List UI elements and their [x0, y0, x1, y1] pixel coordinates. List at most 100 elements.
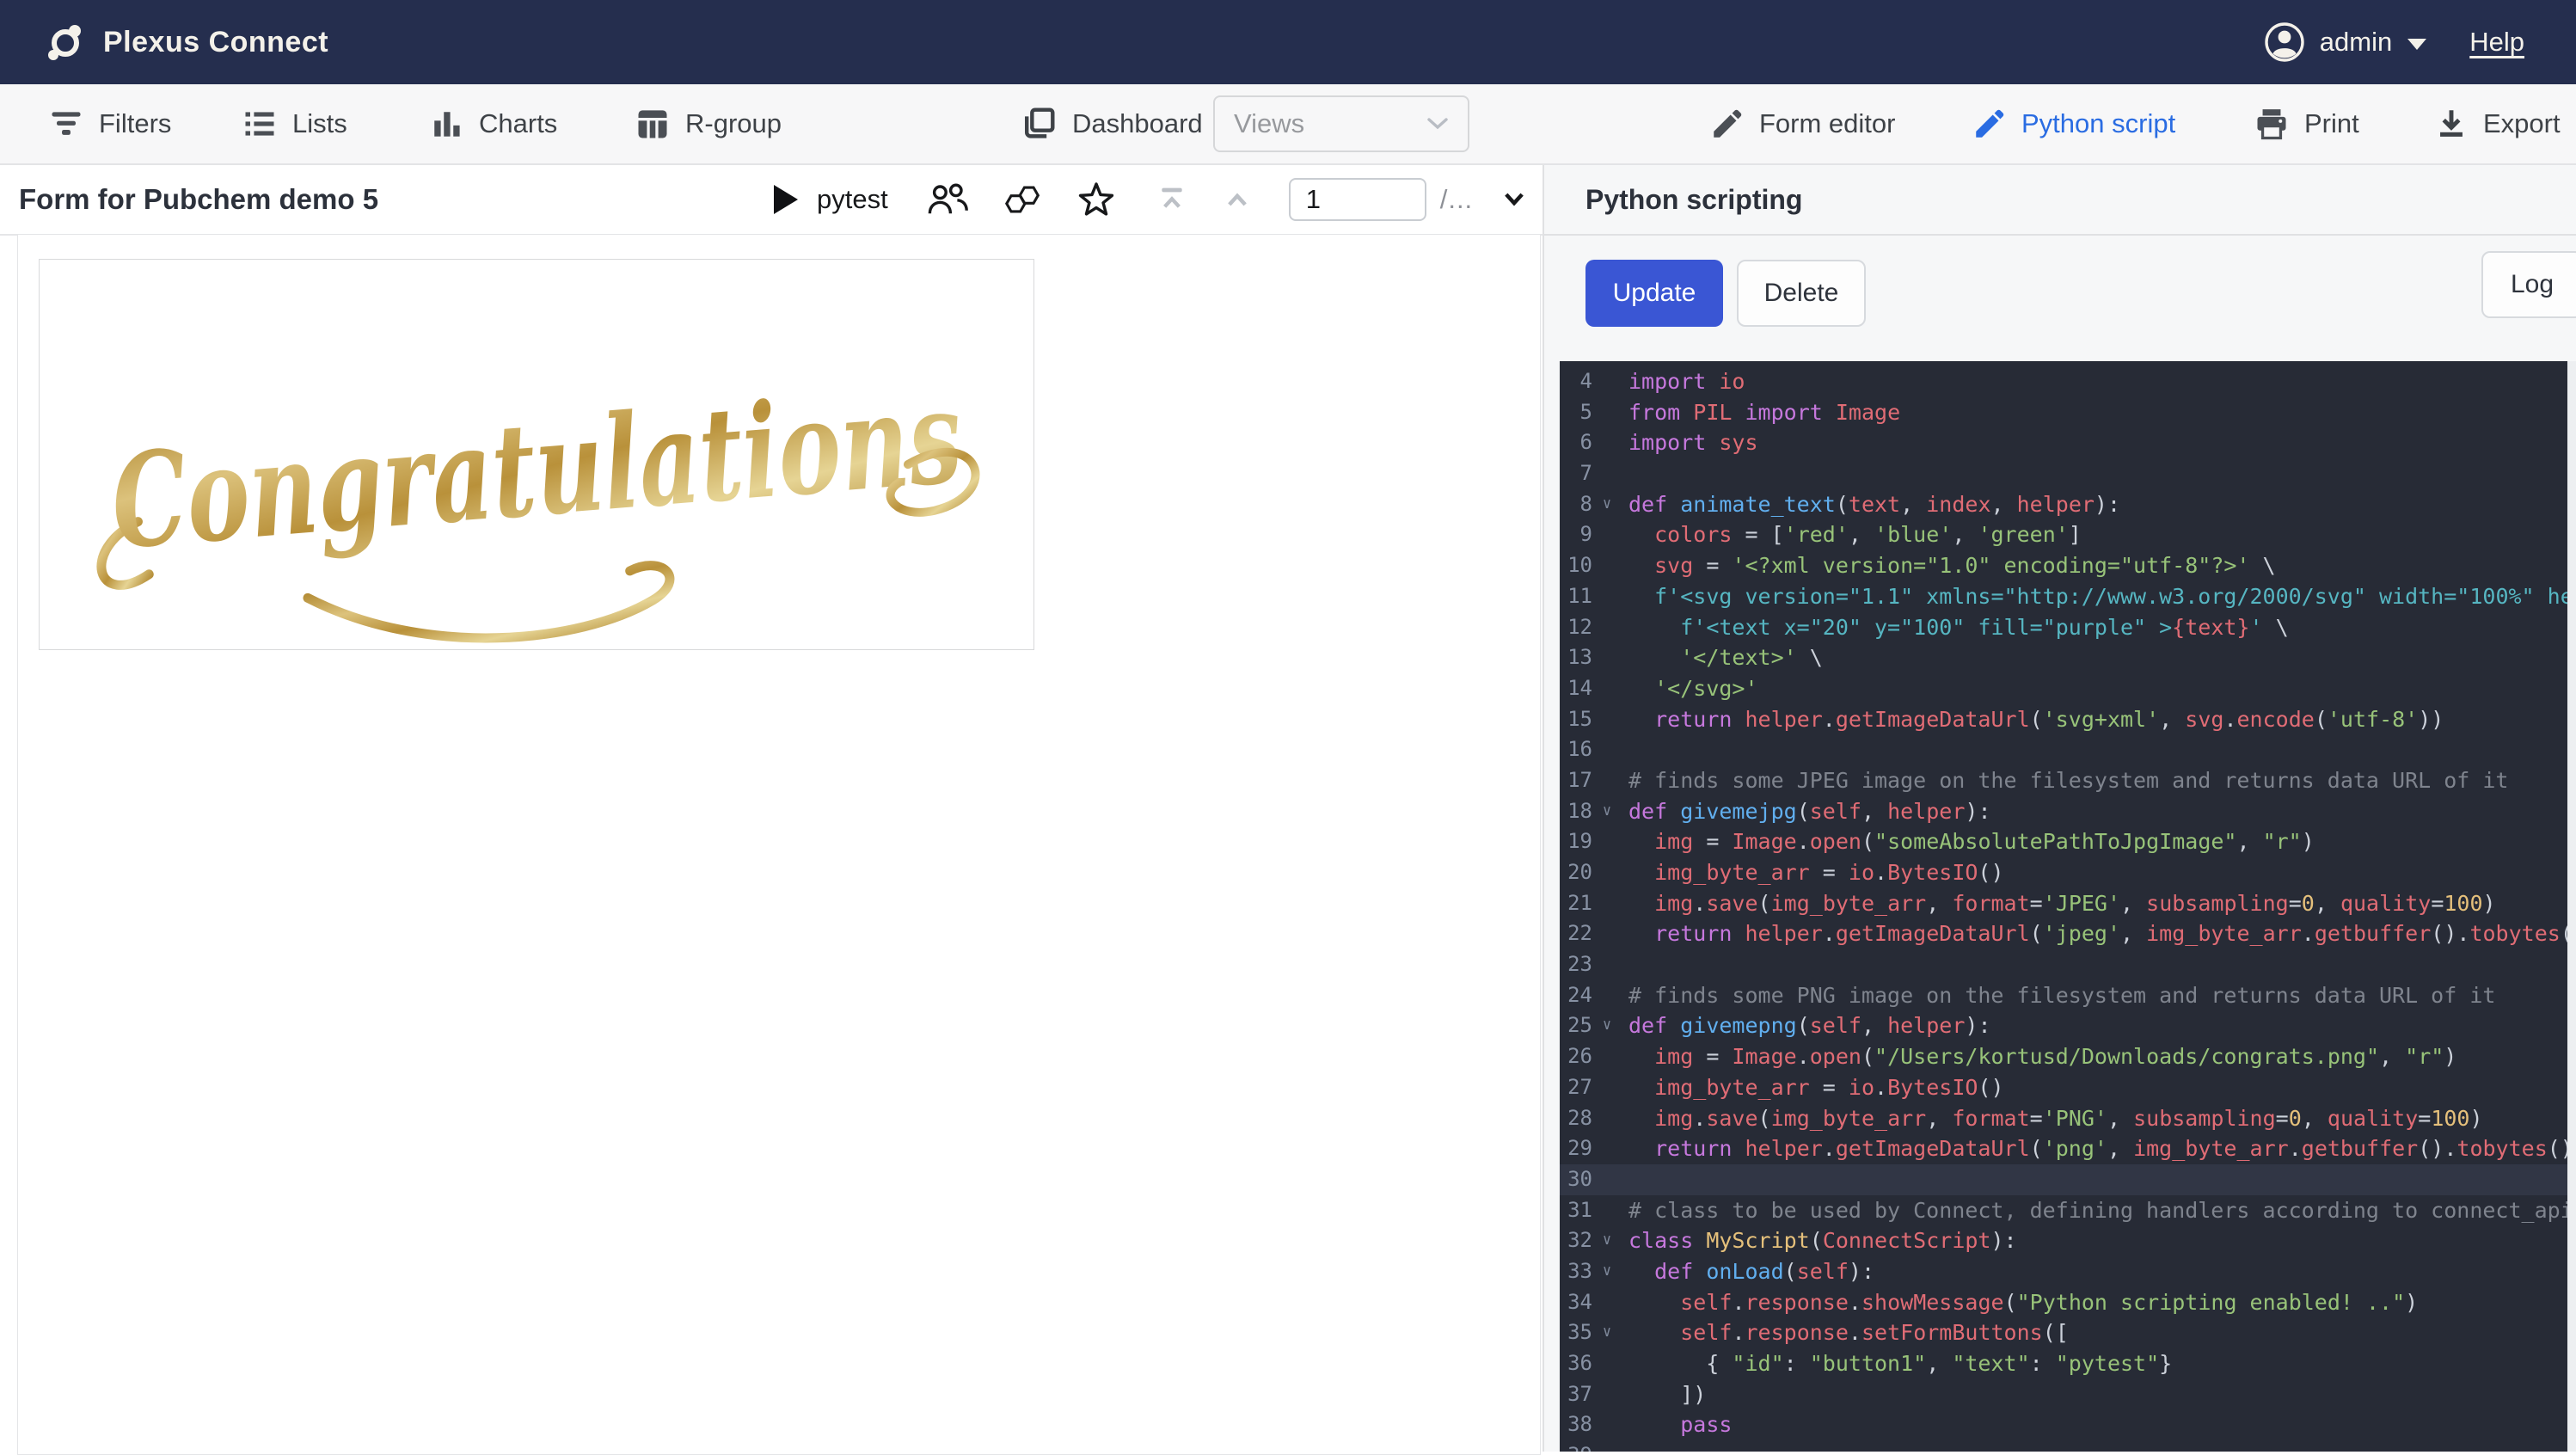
- bar-chart-icon: [427, 105, 465, 143]
- line-number: 6: [1579, 430, 1592, 455]
- toolbar-filters[interactable]: Filters: [47, 84, 171, 163]
- form-title: Form for Pubchem demo 5: [19, 183, 379, 215]
- toolbar-export[interactable]: Export: [2433, 84, 2561, 163]
- code-line: 37 ]): [1560, 1379, 2567, 1410]
- toolbar-lists[interactable]: Lists: [241, 84, 347, 163]
- line-number: 17: [1567, 767, 1592, 792]
- page-number-input[interactable]: [1288, 178, 1426, 221]
- favorite-star-button[interactable]: [1076, 180, 1117, 219]
- first-page-button[interactable]: [1155, 182, 1189, 217]
- toolbar-rgroup[interactable]: R-group: [634, 84, 782, 163]
- code-line: 26 img = Image.open("/Users/kortusd/Down…: [1560, 1041, 2567, 1072]
- line-number: 18: [1567, 798, 1592, 823]
- line-number: 34: [1567, 1289, 1592, 1314]
- views-selected-value: Views: [1234, 108, 1305, 138]
- filter-icon: [47, 105, 85, 143]
- fold-toggle-icon[interactable]: ∨: [1592, 1010, 1622, 1041]
- code-line: 16: [1560, 734, 2567, 765]
- line-number: 14: [1567, 675, 1592, 700]
- form-controls: pytest 1 /...: [774, 165, 1597, 234]
- line-number: 36: [1567, 1351, 1592, 1375]
- code-scrollbar[interactable]: [2567, 361, 2576, 1452]
- help-link[interactable]: Help: [2469, 27, 2524, 58]
- toolbar-dashboard[interactable]: Dashboard: [1019, 84, 1203, 163]
- line-number: 24: [1567, 982, 1592, 1007]
- code-line: 35 ∨ self.response.setFormButtons([: [1560, 1317, 2567, 1348]
- line-number: 15: [1567, 706, 1592, 731]
- code-line: 28 img.save(img_byte_arr, format='PNG', …: [1560, 1103, 2567, 1134]
- line-number: 33: [1567, 1258, 1592, 1283]
- line-number: 31: [1567, 1197, 1592, 1222]
- script-panel: Update Delete Log 4 import io 5 from PIL im…: [1543, 236, 2576, 1452]
- user-menu[interactable]: admin: [2265, 22, 2427, 62]
- line-number: 38: [1567, 1412, 1592, 1437]
- line-number: 4: [1579, 369, 1592, 393]
- line-number: 10: [1567, 553, 1592, 578]
- line-number: 13: [1567, 645, 1592, 670]
- dashboard-icon: [1019, 104, 1058, 144]
- congrats-image: Congratulations: [39, 259, 1034, 650]
- run-script-label[interactable]: pytest: [817, 184, 888, 215]
- structure-button[interactable]: [1002, 181, 1045, 218]
- users-button[interactable]: [926, 181, 971, 218]
- delete-button[interactable]: Delete: [1737, 260, 1866, 327]
- code-line: 12 f'<text x="20" y="100" fill="purple" …: [1560, 612, 2567, 643]
- code-line: 9 colors = ['red', 'blue', 'green']: [1560, 519, 2567, 550]
- run-script-button[interactable]: [774, 185, 798, 214]
- form-canvas: Congratulations: [0, 234, 1543, 1455]
- code-line: 24 # finds some PNG image on the filesyst…: [1560, 980, 2567, 1011]
- code-line: 33 ∨ def onLoad(self):: [1560, 1256, 2567, 1287]
- previous-page-button[interactable]: [1220, 182, 1254, 217]
- line-number: 12: [1567, 614, 1592, 639]
- code-line: 14 '</svg>': [1560, 673, 2567, 704]
- line-number: 35: [1567, 1320, 1592, 1345]
- line-number: 16: [1567, 737, 1592, 762]
- script-panel-header: Python scripting: [1543, 165, 2576, 236]
- code-line: 5 from PIL import Image: [1560, 397, 2567, 428]
- toolbar-python-script[interactable]: Python script: [1972, 84, 2175, 163]
- toolbar-form-editor[interactable]: Form editor: [1709, 84, 1895, 163]
- line-number: 23: [1567, 952, 1592, 977]
- line-number: 25: [1567, 1013, 1592, 1038]
- toolbar-print[interactable]: Print: [2253, 84, 2359, 163]
- views-select[interactable]: Views: [1213, 95, 1469, 152]
- update-button[interactable]: Update: [1585, 260, 1723, 327]
- main-toolbar: Filters Lists Charts R-group Dashboard V…: [0, 84, 2576, 165]
- svg-text:Congratulations: Congratulations: [107, 360, 967, 578]
- fold-toggle-icon[interactable]: ∨: [1592, 796, 1622, 827]
- code-line: 22 return helper.getImageDataUrl('jpeg',…: [1560, 918, 2567, 949]
- code-line: 29 return helper.getImageDataUrl('png', …: [1560, 1133, 2567, 1164]
- code-line: 36 { "id": "button1", "text": "pytest"}: [1560, 1348, 2567, 1379]
- fold-toggle-icon[interactable]: ∨: [1592, 1256, 1622, 1287]
- line-number: 29: [1567, 1136, 1592, 1161]
- log-button[interactable]: Log: [2481, 251, 2576, 318]
- download-icon: [2433, 106, 2469, 142]
- pencil-icon: [1709, 106, 1745, 142]
- chevron-down-icon: [1426, 117, 1449, 131]
- code-line: 6 import sys: [1560, 427, 2567, 458]
- pencil-icon-active: [1972, 106, 2008, 142]
- code-line: 38 pass: [1560, 1409, 2567, 1440]
- toolbar-charts[interactable]: Charts: [427, 84, 557, 163]
- avatar-icon: [2265, 22, 2304, 62]
- code-line: 17 # finds some JPEG image on the filesys…: [1560, 765, 2567, 796]
- code-line: 15 return helper.getImageDataUrl('svg+xm…: [1560, 704, 2567, 735]
- table-grid-icon: [634, 105, 672, 143]
- fold-toggle-icon[interactable]: ∨: [1592, 1317, 1622, 1348]
- line-number: 30: [1567, 1166, 1592, 1191]
- list-icon: [241, 105, 279, 143]
- code-line: 10 svg = '<?xml version="1.0" encoding="…: [1560, 550, 2567, 581]
- page-total-label: /...: [1439, 184, 1474, 214]
- next-page-button[interactable]: [1497, 182, 1531, 217]
- line-number: 22: [1567, 921, 1592, 946]
- app-title: Plexus Connect: [103, 25, 329, 58]
- code-editor[interactable]: 4 import io 5 from PIL import Image 6 import …: [1560, 361, 2567, 1452]
- code-line: 27 img_byte_arr = io.BytesIO(): [1560, 1072, 2567, 1103]
- code-line: 18 ∨ def givemejpg(self, helper):: [1560, 796, 2567, 827]
- line-number: 7: [1579, 461, 1592, 486]
- fold-toggle-icon[interactable]: ∨: [1592, 1225, 1622, 1256]
- script-panel-title: Python scripting: [1585, 183, 1803, 215]
- fold-toggle-icon[interactable]: ∨: [1592, 489, 1622, 520]
- user-name: admin: [2319, 27, 2393, 57]
- caret-down-icon: [2407, 38, 2427, 50]
